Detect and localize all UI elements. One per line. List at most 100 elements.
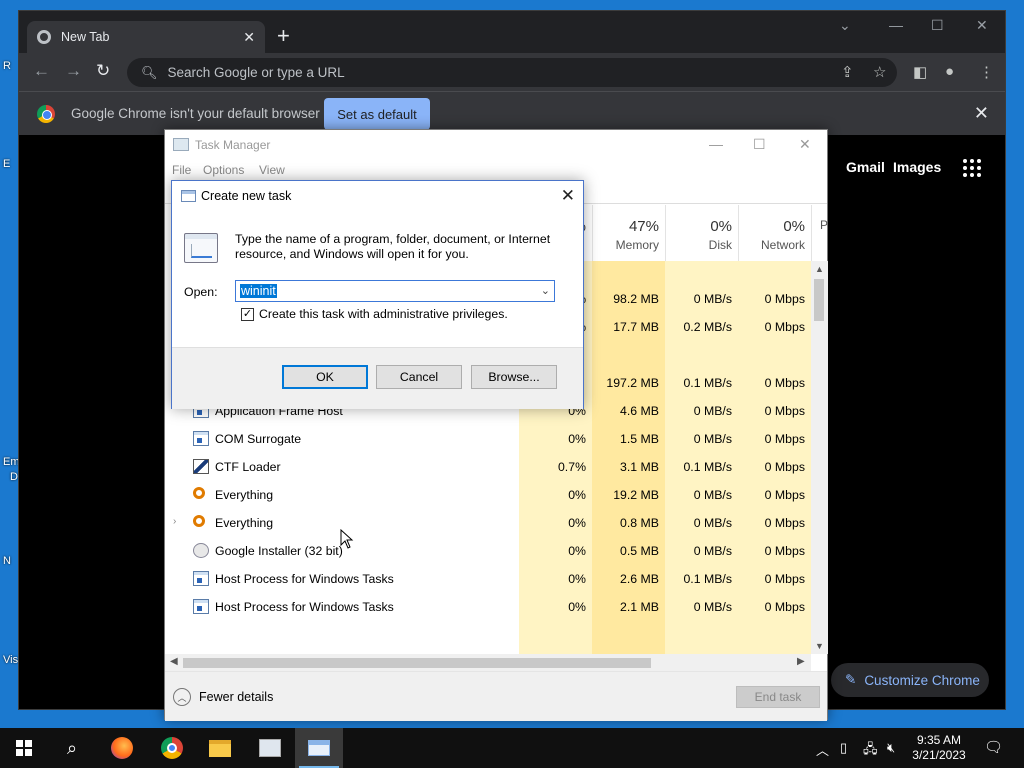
- minimize-icon[interactable]: —: [709, 136, 723, 152]
- menu-kebab-icon[interactable]: ⋮: [979, 63, 994, 81]
- process-name: Everything: [215, 488, 274, 502]
- column-header-memory[interactable]: 47% Memory: [592, 205, 665, 261]
- start-button[interactable]: [0, 728, 48, 768]
- pencil-icon: ✎: [845, 672, 857, 687]
- mouse-cursor-icon: [340, 529, 354, 549]
- side-panel-icon[interactable]: ◧: [913, 63, 927, 81]
- menu-options[interactable]: Options: [203, 163, 244, 177]
- chevron-up-icon: ︿: [173, 688, 191, 706]
- horizontal-scrollbar[interactable]: ◀ ▶: [165, 654, 811, 671]
- profile-icon[interactable]: ●: [945, 63, 954, 80]
- minimize-icon[interactable]: —: [889, 17, 903, 33]
- chevron-down-icon[interactable]: ⌄: [541, 284, 550, 297]
- menu-file[interactable]: File: [172, 163, 191, 177]
- search-button[interactable]: ⌕: [48, 728, 96, 768]
- gmail-link[interactable]: Gmail: [846, 159, 885, 175]
- table-row[interactable]: Everything 0% 19.2 MB 0 MB/s 0 Mbps: [165, 481, 811, 509]
- maximize-icon[interactable]: ☐: [931, 17, 944, 34]
- menu-view[interactable]: View: [259, 163, 285, 177]
- table-row[interactable]: Host Process for Windows Tasks 0% 2.1 MB 0 …: [165, 593, 811, 621]
- close-icon[interactable]: ✕: [974, 103, 989, 124]
- power-column-name: P: [820, 218, 829, 232]
- maximize-icon[interactable]: ☐: [753, 136, 766, 153]
- reload-icon[interactable]: ↻: [96, 61, 110, 81]
- bookmark-star-icon[interactable]: ☆: [873, 63, 886, 81]
- share-icon[interactable]: ⇪: [841, 63, 854, 81]
- new-tab-button[interactable]: +: [277, 24, 290, 48]
- desktop-icon-label[interactable]: Vis: [3, 654, 18, 666]
- admin-privileges-checkbox[interactable]: ✓ Create this task with administrative p…: [241, 307, 508, 321]
- close-icon[interactable]: ✕: [561, 186, 575, 206]
- cell-mem: 197.2 MB: [606, 376, 659, 390]
- taskbar-firefox[interactable]: [98, 728, 146, 768]
- forward-icon[interactable]: →: [65, 61, 82, 81]
- desktop-icon-label[interactable]: N: [3, 555, 11, 567]
- network-column-name: Network: [760, 238, 805, 252]
- table-row[interactable]: COM Surrogate 0% 1.5 MB 0 MB/s 0 Mbps: [165, 425, 811, 453]
- vertical-scroll-thumb[interactable]: [814, 279, 824, 321]
- column-header-power[interactable]: P: [811, 205, 828, 261]
- expand-arrow-icon[interactable]: ›: [173, 516, 176, 527]
- cell-cpu: 0%: [568, 488, 586, 502]
- table-row[interactable]: Host Process for Windows Tasks 0% 2.6 MB 0.…: [165, 565, 811, 593]
- open-input-value[interactable]: wininit: [240, 284, 277, 298]
- desktop-icon-label[interactable]: E: [3, 158, 10, 170]
- cell-net: 0 Mbps: [764, 320, 805, 334]
- taskbar-run-dialog[interactable]: [295, 728, 343, 768]
- network-icon[interactable]: 🖧︎: [863, 740, 878, 762]
- column-header-disk[interactable]: 0% Disk: [665, 205, 738, 261]
- cancel-button[interactable]: Cancel: [376, 365, 462, 389]
- cell-cpu: 0%: [568, 432, 586, 446]
- table-row[interactable]: › Everything 0% 0.8 MB 0 MB/s 0 Mbps: [165, 509, 811, 537]
- table-row[interactable]: CTF Loader 0.7% 3.1 MB 0.1 MB/s 0 Mbps: [165, 453, 811, 481]
- cell-disk: 0 MB/s: [693, 516, 732, 530]
- back-icon[interactable]: ←: [33, 61, 50, 81]
- cell-mem: 0.5 MB: [620, 544, 659, 558]
- taskbar-file-explorer[interactable]: [196, 728, 244, 768]
- battery-icon[interactable]: ▯: [840, 740, 847, 756]
- table-row[interactable]: Google Installer (32 bit) 0% 0.5 MB 0 MB/s 0…: [165, 537, 811, 565]
- close-window-icon[interactable]: ✕: [976, 17, 988, 34]
- omnibox[interactable]: 🔍︎ Search Google or type a URL: [127, 58, 897, 87]
- checkbox-checked-icon[interactable]: ✓: [241, 307, 254, 321]
- process-name: COM Surrogate: [215, 432, 302, 446]
- customize-chrome-button[interactable]: ✎ Customize Chrome: [831, 663, 989, 697]
- set-as-default-button[interactable]: Set as default: [324, 98, 430, 130]
- search-icon: ⌕: [66, 737, 78, 758]
- clock-time: 9:35 AM: [916, 733, 962, 747]
- chrome-logo-icon: [37, 105, 55, 123]
- close-tab-icon[interactable]: ✕: [243, 29, 255, 46]
- scroll-left-icon[interactable]: ◀: [170, 656, 178, 667]
- fewer-details-button[interactable]: ︿ Fewer details: [173, 688, 273, 706]
- taskbar-task-manager[interactable]: [246, 728, 294, 768]
- images-link[interactable]: Images: [893, 159, 941, 175]
- scroll-up-icon[interactable]: ▲: [815, 264, 824, 274]
- taskbar-chrome[interactable]: [148, 728, 196, 768]
- ok-button[interactable]: OK: [282, 365, 368, 389]
- desktop-icon-label[interactable]: R: [3, 60, 11, 72]
- task-manager-icon: [173, 138, 189, 151]
- tab-search-icon[interactable]: ⌄: [839, 17, 851, 34]
- tab-new-tab[interactable]: New Tab ✕: [27, 21, 265, 53]
- end-task-button[interactable]: End task: [736, 686, 820, 708]
- cell-mem: 1.5 MB: [620, 432, 659, 446]
- desktop-icon-label[interactable]: D: [10, 471, 18, 483]
- scroll-right-icon[interactable]: ▶: [797, 656, 805, 667]
- vertical-scrollbar[interactable]: ▲ ▼: [811, 261, 828, 654]
- column-header-network[interactable]: 0% Network: [738, 205, 811, 261]
- chrome-icon: [161, 737, 183, 759]
- task-manager-titlebar: Task Manager — ☐ ✕: [165, 130, 827, 160]
- notification-icon[interactable]: 🗨︎: [984, 738, 1003, 756]
- taskbar: ⌕ ︿ ▯ 🖧︎ 🔇︎ 9:35 AM 3/21/2023 🗨︎: [0, 728, 1024, 768]
- scroll-down-icon[interactable]: ▼: [815, 641, 824, 651]
- volume-muted-icon[interactable]: 🔇︎: [887, 740, 895, 756]
- cell-net: 0 Mbps: [764, 432, 805, 446]
- chevron-up-icon[interactable]: ︿: [816, 740, 829, 759]
- horizontal-scroll-thumb[interactable]: [183, 658, 651, 668]
- taskbar-clock[interactable]: 9:35 AM 3/21/2023: [906, 733, 972, 763]
- open-combobox[interactable]: wininit ⌄: [235, 280, 555, 302]
- close-window-icon[interactable]: ✕: [799, 136, 811, 153]
- browse-button[interactable]: Browse...: [471, 365, 557, 389]
- apps-grid-icon[interactable]: [963, 159, 981, 177]
- disk-percent: 0%: [710, 218, 732, 235]
